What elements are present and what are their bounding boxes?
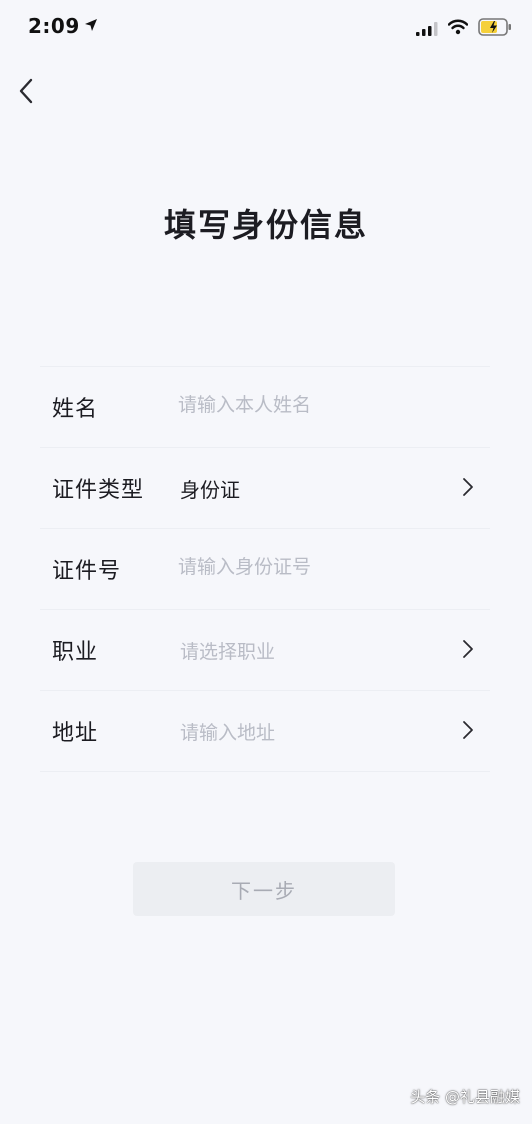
chevron-right-icon xyxy=(463,640,473,658)
next-step-button[interactable]: 下一步 xyxy=(133,862,395,916)
page-title: 填写身份信息 xyxy=(163,206,368,244)
watermark: 头条 @礼县融媒 xyxy=(410,1088,520,1106)
id-type-value: 身份证 xyxy=(180,478,240,502)
address-label: 地址 xyxy=(52,721,99,746)
status-bar: 2:09 xyxy=(0,0,532,56)
form-row-id-type[interactable]: 证件类型 身份证 xyxy=(40,448,490,529)
chevron-right-icon xyxy=(463,721,473,739)
location-arrow-icon xyxy=(85,19,97,31)
form-row-occupation[interactable]: 职业 请选择职业 xyxy=(40,610,490,691)
occupation-select: 请选择职业 xyxy=(180,641,276,663)
name-input[interactable] xyxy=(178,389,458,421)
form-row-id-number: 证件号 xyxy=(40,529,490,610)
identity-form: 姓名 证件类型 身份证 证件号 职业 请选择职业 地址 请输入地址 xyxy=(40,366,490,772)
wifi-icon xyxy=(448,19,468,35)
id-number-label: 证件号 xyxy=(52,559,122,584)
id-type-label: 证件类型 xyxy=(52,478,145,503)
cellular-signal-icon xyxy=(416,22,438,36)
chevron-left-icon xyxy=(19,78,33,104)
chevron-right-icon xyxy=(463,478,473,496)
form-row-name: 姓名 xyxy=(40,366,490,448)
status-time: 2:09 xyxy=(28,14,80,38)
back-button[interactable] xyxy=(10,72,46,112)
address-select: 请输入地址 xyxy=(180,722,276,744)
occupation-label: 职业 xyxy=(52,640,99,665)
form-row-address[interactable]: 地址 请输入地址 xyxy=(40,691,490,772)
name-label: 姓名 xyxy=(52,397,99,422)
id-number-input[interactable] xyxy=(178,551,458,583)
battery-icon xyxy=(478,18,511,36)
